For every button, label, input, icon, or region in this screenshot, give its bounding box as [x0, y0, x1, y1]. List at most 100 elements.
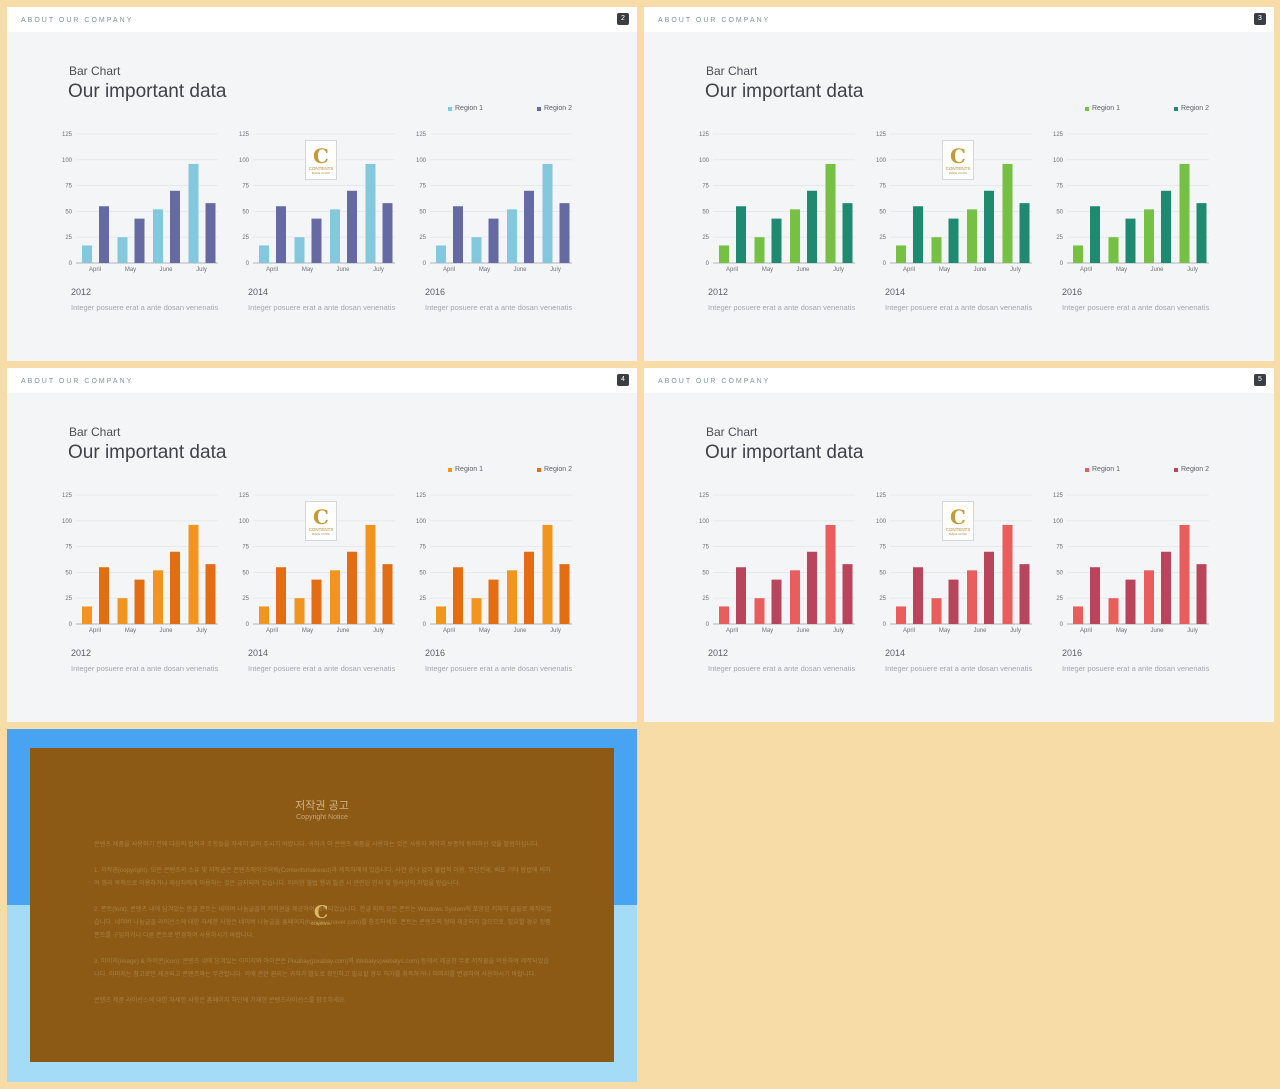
y-tick-label: 125 [416, 132, 427, 138]
panel-year: 2016 [1062, 287, 1083, 297]
y-tick-label: 25 [242, 596, 249, 602]
y-tick-label: 75 [1056, 545, 1063, 551]
bar-chart-svg: 0 25 50 75 100 125 April May June July [1053, 132, 1209, 273]
x-tick-label: June [1150, 628, 1164, 634]
bar-region-1-july [188, 163, 199, 263]
x-tick-label: May [939, 628, 950, 634]
copyright-paragraph: 콘텐츠 제품을 사용하기 전에 다음의 법적과 조항들을 자세히 읽어 주시기 … [94, 841, 540, 848]
y-tick-label: 0 [246, 622, 250, 628]
bar-region-1-may [931, 598, 942, 624]
x-tick-label: May [1116, 267, 1127, 273]
legend-swatch [1085, 106, 1089, 111]
bar-region-1-april [719, 245, 729, 263]
bar-chart-svg: 0 25 50 75 100 125 April May June July [1053, 493, 1209, 634]
bar-region-2-july [382, 203, 393, 263]
bar-region-1-may [117, 598, 128, 624]
bar-region-1-may [471, 237, 482, 263]
bar-region-2-may [488, 218, 499, 263]
y-tick-label: 0 [246, 261, 250, 267]
y-tick-label: 50 [1056, 209, 1063, 215]
bar-region-1-july [188, 524, 199, 624]
bar-region-2-may [1125, 579, 1136, 624]
logo-subtext: MAKE COOK [311, 531, 331, 536]
bar-region-2-july [1019, 203, 1030, 263]
bar-region-1-june [790, 570, 800, 624]
legend-swatch [537, 106, 541, 111]
bar-region-2-june [984, 190, 994, 263]
legend-swatch [537, 467, 541, 472]
legend-swatch [1174, 467, 1178, 472]
y-tick-label: 25 [242, 235, 249, 241]
x-tick-label: May [302, 267, 313, 273]
x-tick-label: June [796, 628, 810, 634]
logo-mark: C [313, 902, 329, 923]
legend-label: Region 2 [544, 105, 573, 112]
y-tick-label: 75 [65, 184, 72, 190]
y-tick-label: 125 [416, 493, 427, 499]
y-tick-label: 25 [1056, 235, 1063, 241]
panel-year: 2012 [71, 287, 92, 297]
bar-region-2-july [1196, 203, 1207, 263]
bar-region-2-july [205, 564, 216, 624]
contents-logo: C CONTENTS MAKE COOK [305, 501, 337, 541]
bar-region-1-july [825, 163, 836, 263]
page-number-badge: 3 [1254, 13, 1266, 25]
panel-description: Integer posuere erat a ante dosan venena… [1062, 303, 1210, 312]
y-tick-label: 125 [62, 493, 73, 499]
y-tick-label: 125 [1053, 132, 1064, 138]
y-tick-label: 75 [879, 184, 886, 190]
y-tick-label: 100 [239, 519, 250, 525]
page-number-badge: 5 [1254, 374, 1266, 386]
bar-region-1-april [259, 245, 269, 263]
bar-region-2-july [1196, 564, 1207, 624]
bar-region-1-april [896, 606, 906, 624]
y-tick-label: 50 [242, 570, 249, 576]
bar-region-2-june [1161, 551, 1171, 624]
x-tick-label: May [125, 628, 136, 634]
legend-label: Region 1 [1092, 105, 1121, 112]
x-tick-label: July [196, 628, 207, 634]
bar-region-2-july [842, 564, 853, 624]
y-tick-label: 100 [699, 158, 710, 164]
copyright-title: 저작권 공고 [295, 800, 349, 812]
y-tick-label: 100 [699, 519, 710, 525]
panel-description: Integer posuere erat a ante dosan venena… [1062, 664, 1210, 673]
legend-item: Region 1 [448, 466, 483, 473]
copyright-slide: 저작권 공고 Copyright Notice 콘텐츠 제품을 사용하기 전에 … [7, 729, 637, 1082]
bar-region-2-june [347, 551, 357, 624]
panel-description: Integer posuere erat a ante dosan venena… [248, 303, 396, 312]
bar-region-1-july [1179, 163, 1190, 263]
x-tick-label: July [550, 628, 561, 634]
y-tick-label: 25 [65, 235, 72, 241]
y-tick-label: 125 [699, 493, 710, 499]
contents-logo: C CONTENTS MAKE COOK [305, 140, 337, 180]
logo-mark: C [313, 504, 329, 529]
bar-region-1-april [259, 606, 269, 624]
bar-region-2-june [1161, 190, 1171, 263]
x-tick-label: July [373, 267, 384, 273]
x-tick-label: April [443, 628, 455, 634]
bar-region-2-july [559, 203, 570, 263]
chart-subtitle: Bar Chart [69, 64, 121, 78]
bar-region-1-june [1144, 570, 1154, 624]
copyright-subtitle: Copyright Notice [296, 814, 348, 821]
bar-region-1-june [507, 209, 517, 263]
bar-region-1-june [330, 570, 340, 624]
slide-5: ABOUT OUR COMPANY 5 Bar Chart Our important… [644, 368, 1274, 722]
bar-chart-svg: 0 25 50 75 100 125 April May June July [699, 493, 855, 634]
bar-region-2-april [736, 567, 746, 624]
y-tick-label: 50 [1056, 570, 1063, 576]
bar-region-2-april [276, 567, 286, 624]
copyright-paragraph: 콘텐츠 제품 라이선스에 대한 자세한 사항은 홈페이지 하단에 기재한 콘텐츠… [94, 997, 347, 1004]
bar-region-2-may [1125, 218, 1136, 263]
x-tick-label: July [1010, 628, 1021, 634]
bar-region-2-july [382, 564, 393, 624]
bar-region-1-july [365, 524, 376, 624]
legend-label: Region 1 [455, 466, 484, 473]
legend-label: Region 2 [544, 466, 573, 473]
contents-logo: C CONTENTS MAKE COOK [942, 140, 974, 180]
bar-region-1-april [1073, 606, 1083, 624]
y-tick-label: 50 [65, 209, 72, 215]
y-tick-label: 25 [1056, 596, 1063, 602]
bar-region-1-july [542, 524, 553, 624]
